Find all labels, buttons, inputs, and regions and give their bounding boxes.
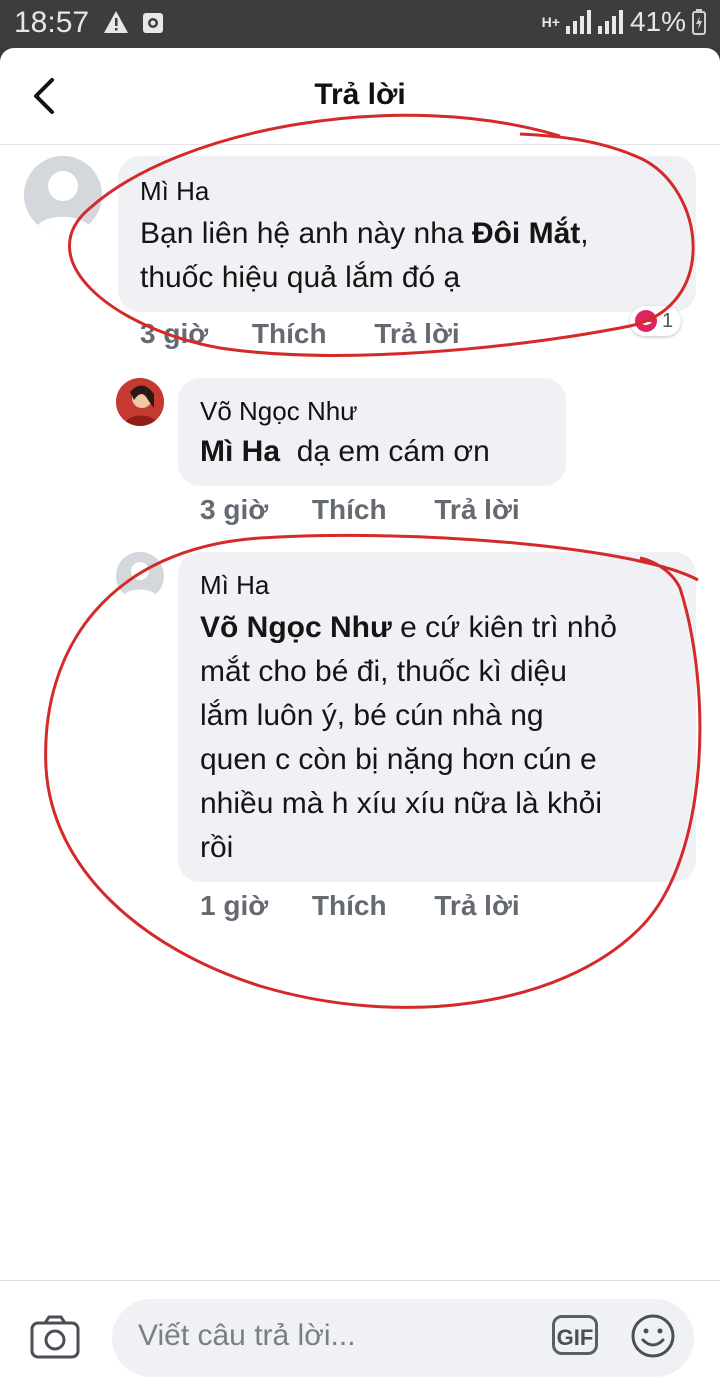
signal-icon — [565, 10, 591, 34]
status-time: 18:57 — [14, 6, 90, 39]
comment-text-part: mắt cho bé đi, thuốc kì diệu — [200, 655, 567, 688]
comment-actions: 1 giờ Thích Trả lời — [200, 890, 520, 922]
comment-time: 3 giờ — [200, 494, 269, 525]
battery-icon — [692, 9, 706, 35]
default-avatar-icon — [24, 156, 102, 234]
reaction-badge[interactable]: 1 — [630, 306, 682, 336]
warning-icon — [104, 11, 128, 33]
comment-text-part: lắm luôn ý, bé cún nhà ng — [200, 699, 544, 732]
haha-reaction-icon — [635, 310, 657, 332]
comment-text-part: e cứ kiên trì nhỏ — [400, 611, 617, 644]
like-button[interactable]: Thích — [312, 890, 387, 922]
comment-text-part: thuốc hiệu quả lắm đó ạ — [140, 261, 461, 294]
gif-button[interactable]: GIF — [552, 1315, 598, 1355]
reply-button[interactable]: Trả lời — [374, 318, 459, 350]
default-avatar-icon — [116, 552, 164, 600]
status-bar: 18:57 H+ 41% — [0, 0, 720, 48]
comment-text-part: dạ em cám ơn — [296, 435, 490, 468]
reply-input-placeholder: Viết câu trả lời... — [138, 1319, 356, 1352]
battery-percent: 41% — [629, 6, 686, 37]
comment-time: 3 giờ — [140, 318, 209, 349]
avatar[interactable] — [116, 378, 164, 426]
comment-text-part: , — [580, 217, 589, 250]
comment-bubble: Võ Ngọc Như Mì Ha dạ em cám ơn — [178, 378, 566, 486]
like-button[interactable]: Thích — [252, 318, 327, 350]
camera-icon[interactable] — [30, 1315, 80, 1359]
comment-bubble: Mì Ha Võ Ngọc Như e cứ kiên trì nhỏ mắt … — [178, 552, 696, 882]
mention-tag[interactable]: Võ Ngọc Như — [200, 611, 392, 644]
reply-input[interactable]: Viết câu trả lời... GIF — [112, 1299, 694, 1377]
network-type: H+ — [541, 14, 560, 30]
comment-text: Mì Ha dạ em cám ơn — [200, 430, 560, 474]
reply-button[interactable]: Trả lời — [434, 494, 519, 526]
signal-icon-2 — [597, 10, 623, 34]
comment-time: 1 giờ — [200, 890, 269, 921]
profile-photo-icon — [116, 378, 164, 426]
notification-icon — [143, 13, 163, 33]
comment-text-part: rồi — [200, 831, 234, 864]
mention-tag[interactable]: Đôi Mắt — [472, 217, 580, 250]
comment-text: Võ Ngọc Như e cứ kiên trì nhỏ mắt cho bé… — [200, 606, 690, 870]
comment-actions: 3 giờ Thích Trả lời — [140, 318, 460, 350]
avatar[interactable] — [24, 156, 102, 234]
comment-actions: 3 giờ Thích Trả lời — [200, 494, 520, 526]
comment-text-part: quen c còn bị nặng hơn cún e — [200, 743, 597, 776]
reply-button[interactable]: Trả lời — [434, 890, 519, 922]
comment-author[interactable]: Võ Ngọc Như — [200, 396, 358, 427]
comment-author[interactable]: Mì Ha — [200, 570, 269, 601]
comment-bubble: Mì Ha Bạn liên hệ anh này nha Đôi Mắt, t… — [118, 156, 696, 312]
status-right: H+ 41% — [542, 6, 706, 38]
emoji-icon[interactable] — [630, 1313, 676, 1359]
mention-tag[interactable]: Mì Ha — [200, 435, 280, 468]
comment-text-part: Bạn liên hệ anh này nha — [140, 217, 472, 250]
avatar[interactable] — [116, 552, 164, 600]
comment-text: Bạn liên hệ anh này nha Đôi Mắt, thuốc h… — [140, 212, 680, 300]
comment-author[interactable]: Mì Ha — [140, 176, 209, 207]
header: Trả lời — [0, 48, 720, 145]
comment-text-part: nhiều mà h xíu xíu nữa là khỏi — [200, 787, 602, 820]
reaction-count: 1 — [662, 309, 674, 332]
reply-sheet: Trả lời Mì Ha Bạn liên hệ anh này nha Đô… — [0, 48, 720, 1394]
page-title: Trả lời — [314, 78, 406, 111]
reply-composer: Viết câu trả lời... GIF — [0, 1280, 720, 1394]
like-button[interactable]: Thích — [312, 494, 387, 526]
